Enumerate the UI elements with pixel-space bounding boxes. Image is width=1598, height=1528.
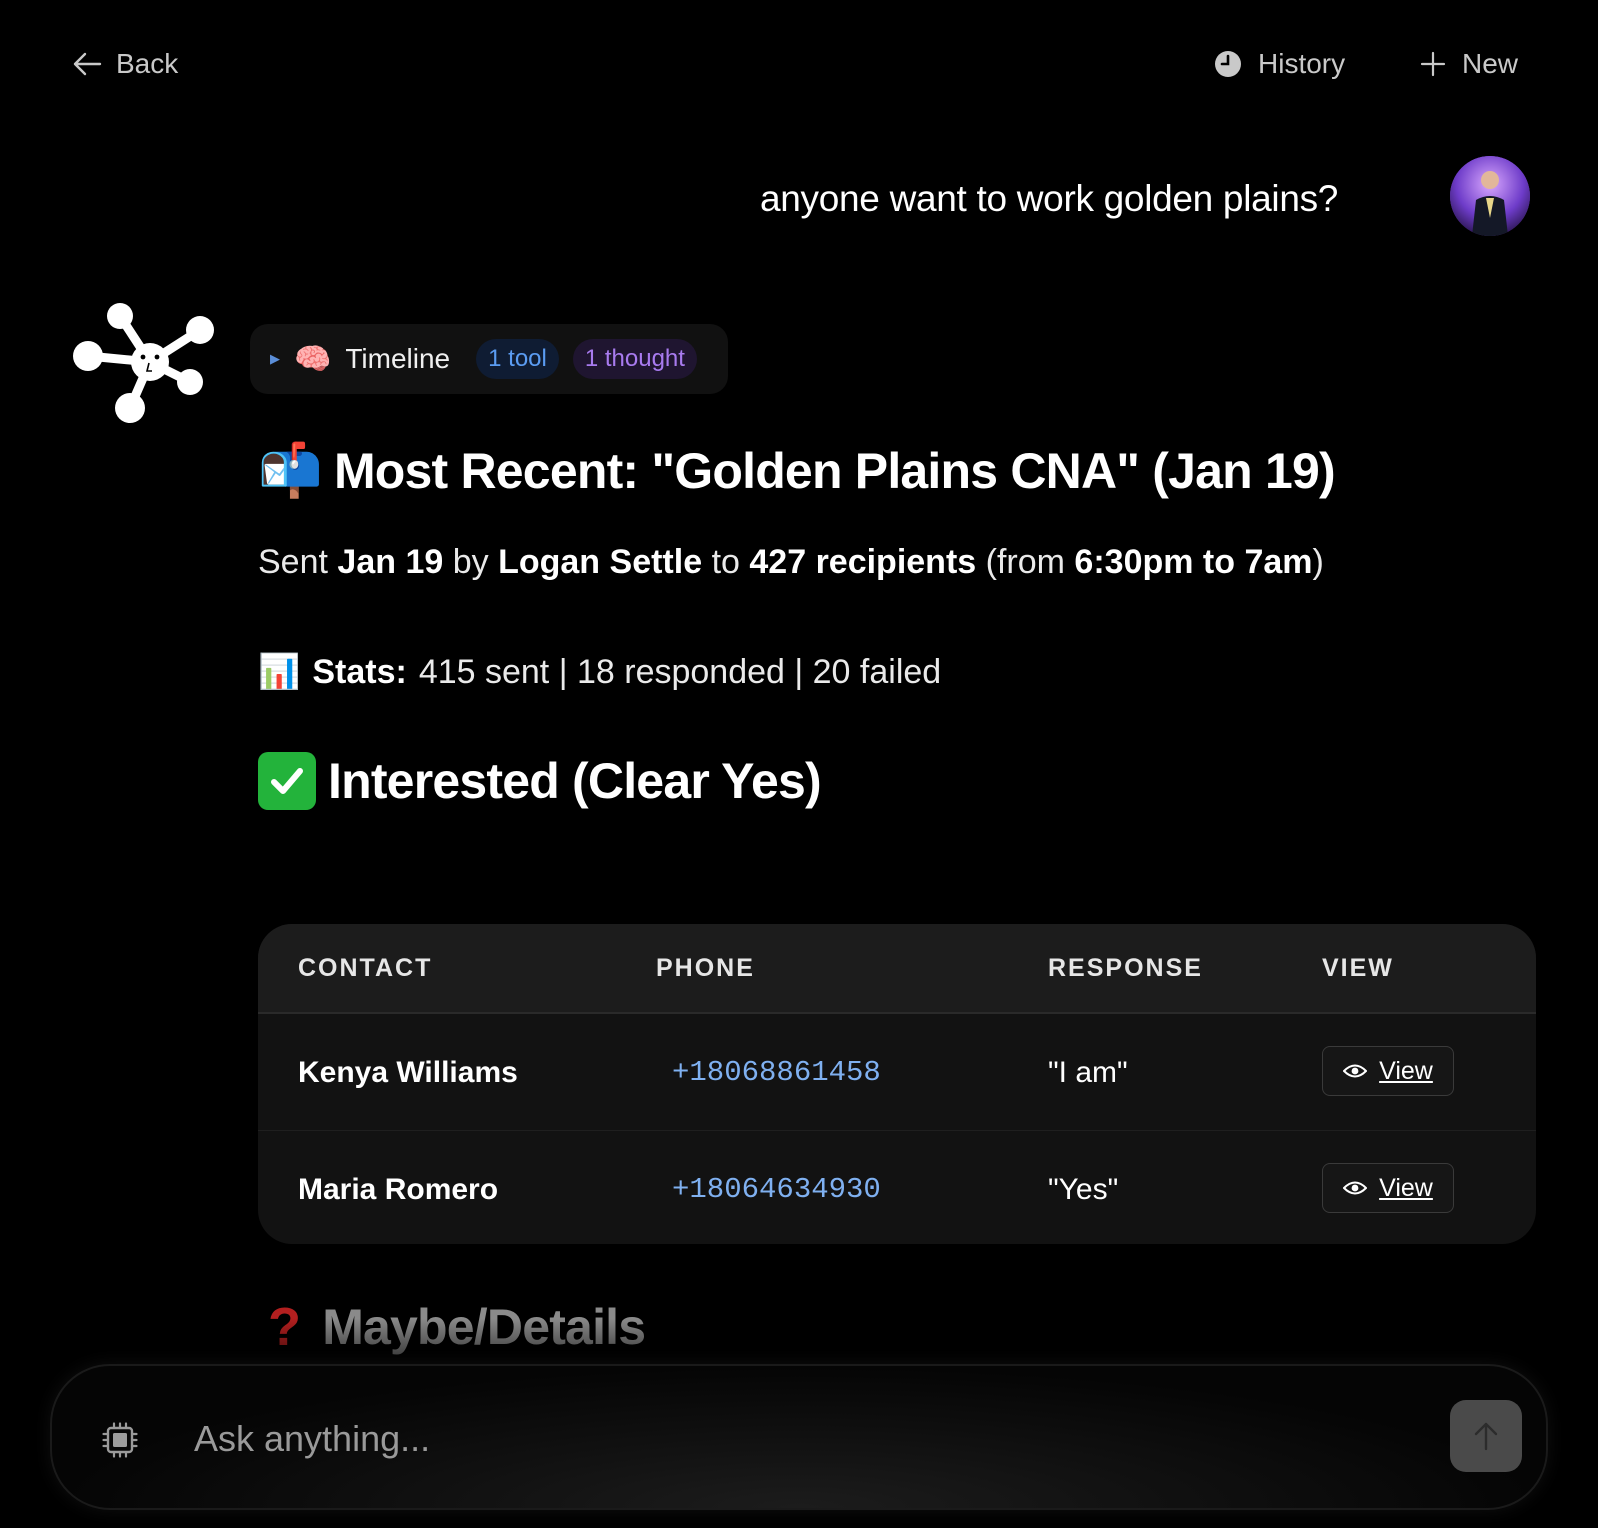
user-message: anyone want to work golden plains? [760, 178, 1339, 219]
assistant-logo [73, 303, 214, 423]
sent-by: by [452, 543, 489, 581]
view-button[interactable]: View [1322, 1046, 1454, 1096]
user-avatar [1450, 156, 1530, 236]
sent-from: (from [985, 543, 1065, 581]
chat-composer [50, 1364, 1548, 1510]
tool-count-badge: 1 tool [476, 339, 559, 379]
back-label: Back [116, 48, 179, 79]
time-range: 6:30pm to 7am [1074, 543, 1313, 581]
back-button[interactable]: Back [72, 48, 178, 80]
table-row: Kenya Williams +18068861458 "I am" View [258, 1014, 1536, 1131]
ask-input[interactable] [192, 1410, 1396, 1468]
response-text: "I am" [1048, 1056, 1128, 1089]
view-label: View [1379, 1056, 1433, 1085]
interested-table: CONTACT PHONE RESPONSE VIEW Kenya Willia… [258, 924, 1536, 1244]
mailbox-icon: 📬 [258, 442, 323, 500]
table-row: Maria Romero +18064634930 "Yes" View [258, 1131, 1536, 1244]
stats-label: Stats: [312, 652, 407, 691]
history-button[interactable]: History [1214, 48, 1345, 80]
send-button[interactable] [1450, 1400, 1522, 1472]
caret-right-icon: ▶ [270, 351, 280, 366]
timeline-label: Timeline [345, 343, 451, 374]
sent-to: to [711, 543, 740, 581]
sent-summary: Sent Jan 19 by Logan Settle to 427 recip… [258, 543, 1538, 582]
sent-close: ) [1312, 543, 1324, 581]
sent-date: Jan 19 [337, 543, 444, 581]
bar-chart-icon: 📊 [258, 653, 301, 691]
arrow-left-icon [73, 52, 102, 76]
stats-line: 📊 Stats: 415 sent | 18 responded | 20 fa… [258, 652, 1538, 692]
stats-values: 415 sent | 18 responded | 20 failed [418, 652, 942, 691]
person-photo [1450, 156, 1530, 236]
response-heading-text: Most Recent: "Golden Plains CNA" (Jan 19… [333, 442, 1336, 499]
sender-name: Logan Settle [498, 543, 703, 581]
history-label: History [1258, 48, 1346, 79]
assistant-response: 📬 Most Recent: "Golden Plains CNA" (Jan … [258, 440, 1538, 810]
view-button[interactable]: View [1322, 1163, 1454, 1213]
arrow-up-icon [1474, 1422, 1498, 1451]
response-text: "Yes" [1048, 1173, 1119, 1206]
new-label: New [1462, 48, 1519, 79]
column-header-view: VIEW [1322, 954, 1394, 982]
column-header-phone: PHONE [656, 954, 755, 982]
column-header-response: RESPONSE [1048, 954, 1203, 982]
plus-icon [1420, 51, 1446, 77]
top-bar: Back History New [0, 0, 1598, 140]
thought-count-badge: 1 thought [572, 339, 697, 379]
interested-heading: Interested (Clear Yes) [258, 752, 1538, 810]
contact-name: Maria Romero [298, 1173, 499, 1206]
timeline-toggle[interactable]: ▶ 🧠 Timeline 1 tool 1 thought [250, 324, 728, 394]
view-label: View [1379, 1173, 1433, 1202]
clock-icon [1215, 51, 1241, 77]
eye-icon [1343, 1064, 1368, 1078]
column-header-contact: CONTACT [298, 954, 433, 982]
phone-link[interactable]: +18068861458 [672, 1056, 881, 1089]
phone-link[interactable]: +18064634930 [672, 1173, 881, 1206]
interested-heading-text: Interested (Clear Yes) [328, 753, 822, 809]
sent-prefix: Sent [258, 543, 328, 581]
cpu-chip-icon[interactable] [102, 1422, 138, 1458]
brain-icon: 🧠 [294, 342, 332, 376]
new-button[interactable]: New [1420, 48, 1518, 80]
eye-icon [1343, 1181, 1368, 1195]
contact-name: Kenya Williams [298, 1056, 518, 1089]
response-heading: 📬 Most Recent: "Golden Plains CNA" (Jan … [258, 440, 1538, 501]
table-header: CONTACT PHONE RESPONSE VIEW [258, 924, 1536, 1014]
check-mark-icon [258, 752, 316, 810]
recipient-count: 427 recipients [749, 543, 977, 581]
